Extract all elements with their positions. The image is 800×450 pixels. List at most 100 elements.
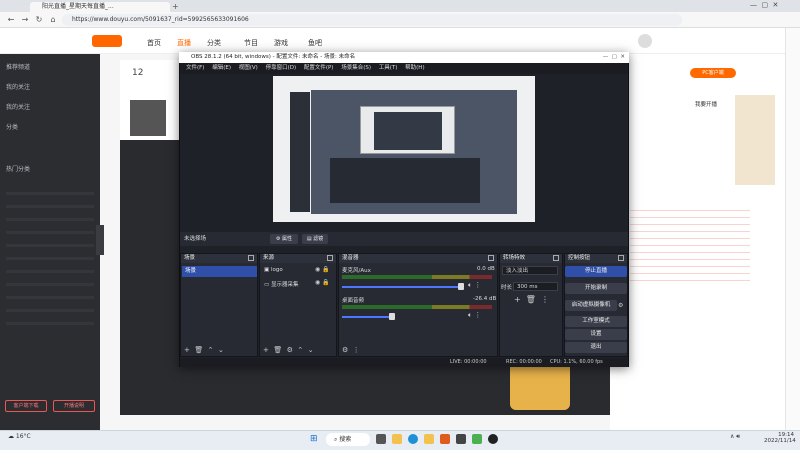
date: 2022/11/14 [764,438,796,444]
dock-float-icon[interactable] [488,255,494,261]
obs-window-controls[interactable]: — ▢ ✕ [603,52,625,63]
mixer-toolbar-buttons[interactable]: ⚙ ⋮ [342,346,360,354]
sidebar-collapse-handle[interactable] [96,225,104,255]
pc-client-button[interactable]: PC客户端 [690,68,736,78]
gear-icon[interactable]: ⚙ [618,302,623,309]
studio-mode-button[interactable]: 工作室模式 [565,316,627,327]
menu-view[interactable]: 视图(V) [239,65,258,71]
visibility-icon[interactable]: ◉ 🔒 [315,266,330,273]
obs-taskbar-icon[interactable] [488,434,498,444]
menu-docks[interactable]: 停靠窗口(D) [266,65,297,71]
stream-guide-button[interactable]: 开播说明 [53,400,95,412]
menu-tools[interactable]: 工具(T) [379,65,398,71]
nav-category[interactable]: 分类 [207,38,221,48]
menu-edit[interactable]: 编辑(E) [212,65,231,71]
dock-float-icon[interactable] [327,255,333,261]
duration-input[interactable]: 300 ms [513,282,558,291]
file-explorer-icon[interactable] [392,434,402,444]
mixer-dock-header: 混音器 [339,254,497,263]
volume-slider-handle[interactable] [458,283,464,290]
properties-button[interactable]: ⚙ 属性 [270,234,298,244]
app-icon[interactable] [472,434,482,444]
filters-button[interactable]: ▤ 滤镜 [302,234,328,244]
side-promo[interactable] [735,95,775,185]
start-icon[interactable]: ⊞ [310,434,318,444]
transitions-dock-header: 转场特效 [500,254,562,263]
start-stream-link[interactable]: 我要开播 [695,100,717,108]
settings-button[interactable]: 设置 [565,329,627,340]
sidebar-item[interactable]: 我的关注 [6,82,30,91]
stop-streaming-button[interactable]: 停止直播 [565,266,627,277]
forward-icon[interactable]: → [20,14,30,26]
new-tab-icon[interactable]: + [172,2,179,11]
user-avatar[interactable] [638,34,652,48]
tray-icons[interactable]: ∧ 🔊︎ [730,433,740,441]
sources-dock-header: 来源 [260,254,336,263]
browser-tab-strip: 阳光直播_星期天每直播_... + — ▢ ✕ [0,0,800,12]
rec-timer: REC: 00:00:00 [506,359,542,365]
cpu-fps: CPU: 1.1%, 60.00 fps [550,359,603,365]
app-icon[interactable] [440,434,450,444]
visibility-icon[interactable]: ◉ 🔒 [315,279,330,286]
source-toolbar-buttons[interactable]: + 🗑 ⚙ ⌃ ⌄ [263,346,314,354]
refresh-icon[interactable]: ↻ [34,14,44,26]
window-controls[interactable]: — ▢ ✕ [750,1,778,9]
streamer-avatar[interactable] [130,100,166,136]
obs-title-bar: OBS 28.1.2 (64 bit, windows) - 配置文件: 未命名… [179,52,629,63]
mixer-channel-name: 麦克风/Aux [342,268,371,274]
source-item[interactable]: ▭ 显示器采集 [264,280,298,288]
nav-games[interactable]: 游戏 [274,38,288,48]
nav-live[interactable]: 直播 [177,38,191,48]
sidebar-item[interactable]: 热门分类 [6,164,30,173]
clock[interactable]: 19:14 2022/11/14 [764,432,796,444]
speaker-icon[interactable]: 🔈︎ ⋮ [468,311,481,320]
folder-icon[interactable] [424,434,434,444]
transition-select[interactable]: 淡入淡出 [502,266,558,275]
menu-file[interactable]: 文件(F) [186,65,204,71]
audio-meter [342,305,492,309]
start-recording-button[interactable]: 开始录制 [565,283,627,294]
back-icon[interactable]: ← [6,14,16,26]
dock-float-icon[interactable] [248,255,254,261]
scene-toolbar: 未选择场 [180,232,628,246]
client-download-button[interactable]: 客户端下载 [5,400,47,412]
virtual-camera-button[interactable]: 启动虚拟摄像机 [565,300,617,311]
exit-button[interactable]: 退出 [565,342,627,353]
scene-toolbar-buttons[interactable]: + 🗑 ⌃ ⌄ [184,346,224,354]
menu-help[interactable]: 帮助(H) [405,65,424,71]
nav-shows[interactable]: 节目 [244,38,258,48]
preview-sidebar [290,92,310,212]
audio-meter [342,275,492,279]
sidebar-item[interactable]: 推荐频道 [6,62,30,71]
menu-scene-collection[interactable]: 场景集合(S) [341,65,371,71]
dock-float-icon[interactable] [618,255,624,261]
home-icon[interactable]: ⌂ [48,14,58,26]
volume-slider[interactable] [342,286,464,288]
speaker-icon[interactable]: 🔈︎ ⋮ [468,281,481,290]
nav-fishbar[interactable]: 鱼吧 [308,38,322,48]
sources-dock: 来源 ▣ logo ▭ 显示器采集 ◉ 🔒 ◉ 🔒 [259,253,337,357]
scene-list-item[interactable]: 场景 [182,266,257,277]
app-icon[interactable] [456,434,466,444]
site-header: 首页 直播 分类 节目 游戏 鱼吧 [0,28,785,54]
obs-title: OBS 28.1.2 (64 bit, windows) - 配置文件: 未命名… [191,54,356,60]
preview-docks [330,158,480,203]
promo-graphic[interactable] [510,360,570,410]
taskbar-search[interactable]: ⌕ 搜索 [326,433,370,446]
edge-icon[interactable] [408,434,418,444]
page-scrollbar[interactable] [785,28,800,430]
browser-tab-active[interactable]: 阳光直播_星期天每直播_... [30,2,170,12]
menu-profile[interactable]: 配置文件(P) [304,65,334,71]
nav-home[interactable]: 首页 [147,38,161,48]
task-view-icon[interactable] [376,434,386,444]
dock-float-icon[interactable] [553,255,559,261]
transition-tools[interactable]: + 🗑 ⋮ [514,295,549,304]
sidebar-item[interactable]: 我的关注 [6,102,30,111]
volume-slider-handle[interactable] [389,313,395,320]
source-item[interactable]: ▣ logo [264,267,283,273]
url-field[interactable]: https://www.douyu.com/5091637_rid=599256… [62,14,682,26]
weather-widget[interactable]: ☁ 16°C [8,433,31,440]
volume-slider[interactable] [342,316,392,318]
preview-nested-capture [374,112,442,150]
sidebar-item[interactable]: 分类 [6,122,18,131]
